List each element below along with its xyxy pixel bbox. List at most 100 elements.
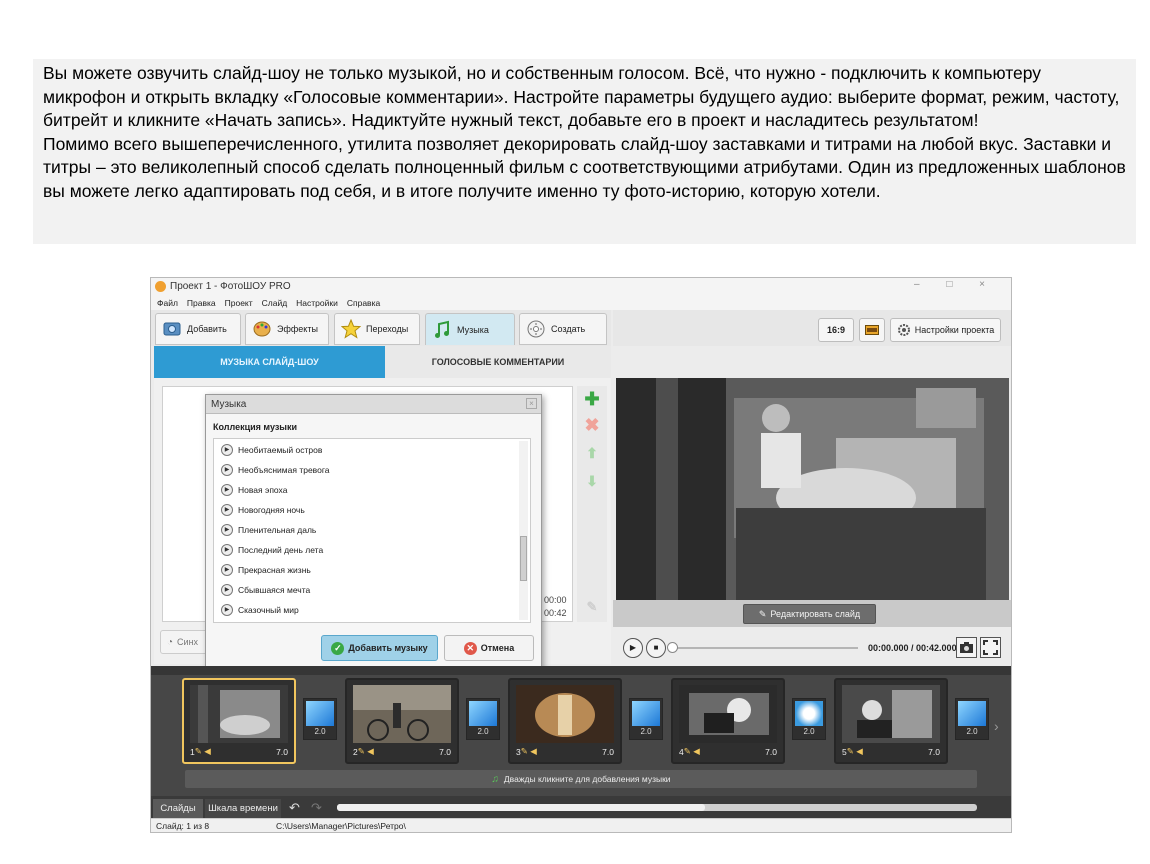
tab-transitions[interactable]: Переходы — [334, 313, 420, 345]
pencil-icon[interactable]: ✎ ◀ — [195, 746, 211, 757]
add-music-button[interactable]: ✓ Добавить музыку — [321, 635, 438, 661]
pencil-icon[interactable]: ✎ ◀ — [684, 746, 700, 757]
redo-icon[interactable]: ↷ — [311, 800, 322, 816]
camera-icon — [960, 642, 973, 653]
list-item[interactable]: ▶ Прекрасная жизнь — [221, 561, 311, 579]
seek-knob[interactable] — [667, 642, 678, 653]
pencil-icon[interactable]: ✎ ◀ — [521, 746, 537, 757]
pencil-icon[interactable]: ✎ ◀ — [358, 746, 374, 757]
tab-add[interactable]: Добавить — [155, 313, 241, 345]
pencil-icon: ✎ — [758, 608, 767, 619]
seek-bar[interactable] — [673, 647, 858, 649]
play-icon[interactable]: ▶ — [221, 564, 233, 576]
tab-music[interactable]: Музыка — [425, 313, 515, 345]
menu-help[interactable]: Справка — [347, 298, 380, 308]
play-icon[interactable]: ▶ — [221, 544, 233, 556]
list-item[interactable]: ▶ Необитаемый остров — [221, 441, 322, 459]
cancel-button[interactable]: ✕ Отмена — [444, 635, 534, 661]
menu-file[interactable]: Файл — [157, 298, 178, 308]
slide-thumbnail[interactable]: 4 ✎ ◀ 7.0 — [671, 678, 785, 764]
tab-create[interactable]: Создать — [519, 313, 607, 345]
slide-thumbnail[interactable]: 1 ✎ ◀ 7.0 — [182, 678, 296, 764]
music-side-buttons: ✚ ✖ ⬆ ⬇ ✎ — [577, 386, 607, 622]
close-icon[interactable]: × — [526, 398, 537, 409]
list-item[interactable]: ▶ Сбывшаяся мечта — [221, 581, 310, 599]
transition-thumbnail[interactable]: 2.0 — [792, 698, 826, 740]
music-note-icon — [435, 320, 449, 338]
transition-thumbnail[interactable]: 2.0 — [629, 698, 663, 740]
pencil-icon[interactable]: ✎ ◀ — [847, 746, 863, 757]
dialog-heading: Коллекция музыки — [213, 422, 298, 432]
scroll-right-icon[interactable]: › — [994, 718, 999, 734]
transition-duration: 2.0 — [477, 727, 489, 736]
slide-thumbnail[interactable]: 2 ✎ ◀ 7.0 — [345, 678, 459, 764]
star-icon — [341, 319, 361, 339]
slide-filmstrip: 1 ✎ ◀ 7.0 2.0 2 ✎ ◀ 7.0 2.0 3 ✎ ◀ 7.0 2.0 4 ✎ ◀… — [151, 666, 1011, 796]
tab-slideshow-music[interactable]: МУЗЫКА СЛАЙД-ШОУ — [154, 346, 385, 378]
play-icon[interactable]: ▶ — [221, 504, 233, 516]
play-icon[interactable]: ▶ — [221, 484, 233, 496]
tab-voice-comments[interactable]: ГОЛОСОВЫЕ КОММЕНТАРИИ — [385, 346, 611, 378]
list-item[interactable]: ▶ Новая эпоха — [221, 481, 287, 499]
transition-thumbnail[interactable]: 2.0 — [466, 698, 500, 740]
list-item[interactable]: ▶ Пленительная даль — [221, 521, 316, 539]
tab-timeline[interactable]: Шкала времени — [205, 799, 281, 818]
play-icon[interactable]: ▶ — [221, 524, 233, 536]
transition-thumbnail[interactable]: 2.0 — [303, 698, 337, 740]
play-icon[interactable]: ▶ — [221, 584, 233, 596]
aspect-ratio-button[interactable]: 16:9 — [818, 318, 854, 342]
music-drop-bar[interactable]: ♫ Дважды кликните для добавления музыки — [185, 770, 977, 788]
remove-track-icon[interactable]: ✖ — [583, 416, 601, 434]
slide-thumbnail[interactable]: 5 ✎ ◀ 7.0 — [834, 678, 948, 764]
list-item[interactable]: ▶ Последний день лета — [221, 541, 323, 559]
transition-icon — [469, 701, 497, 726]
tab-slides[interactable]: Слайды — [153, 799, 203, 818]
menu-slide[interactable]: Слайд — [262, 298, 288, 308]
play-button[interactable]: ▶ — [623, 638, 643, 658]
window-controls[interactable]: – □ × — [914, 279, 997, 290]
transition-icon — [958, 701, 986, 726]
play-icon[interactable]: ▶ — [221, 464, 233, 476]
edit-slide-button[interactable]: ✎ Редактировать слайд — [743, 604, 876, 624]
horizontal-scrollbar-thumb[interactable] — [337, 804, 705, 811]
checkmark-icon: ✓ — [331, 641, 345, 655]
menu-project[interactable]: Проект — [225, 298, 253, 308]
tab-effects[interactable]: Эффекты — [245, 313, 329, 345]
list-item[interactable]: ▶ Сказочный мир — [221, 601, 299, 619]
move-up-icon[interactable]: ⬆ — [583, 444, 601, 462]
preview-photo — [616, 378, 1009, 600]
stop-button[interactable]: ■ — [646, 638, 666, 658]
list-scrollbar-thumb[interactable] — [520, 536, 527, 581]
snapshot-button[interactable] — [956, 637, 977, 658]
slide-duration: 7.0 — [928, 746, 940, 757]
list-scrollbar[interactable] — [519, 441, 528, 620]
play-icon[interactable]: ▶ — [221, 604, 233, 616]
transition-icon — [795, 701, 823, 726]
slide-thumbnail[interactable]: 3 ✎ ◀ 7.0 — [508, 678, 622, 764]
paragraph-titles: Помимо всего вышеперечисленного, утилита… — [43, 133, 1126, 201]
music-collection-list[interactable]: ▶ Необитаемый остров ▶ Необъяснимая тревог… — [213, 438, 531, 623]
menu-settings[interactable]: Настройки — [296, 298, 338, 308]
undo-icon[interactable]: ↶ — [289, 800, 300, 816]
slide-duration: 7.0 — [602, 746, 614, 757]
slide-image — [353, 685, 451, 743]
menu-edit[interactable]: Правка — [187, 298, 216, 308]
move-down-icon[interactable]: ⬇ — [583, 472, 601, 490]
list-item[interactable]: ▶ Необъяснимая тревога — [221, 461, 329, 479]
slide-image — [190, 685, 288, 743]
add-track-icon[interactable]: ✚ — [583, 390, 601, 408]
play-icon[interactable]: ▶ — [221, 444, 233, 456]
edit-track-icon[interactable]: ✎ — [583, 598, 601, 616]
list-item[interactable]: ▶ Новогодняя ночь — [221, 501, 305, 519]
status-bar: Слайд: 1 из 8 C:\Users\Manager\Pictures\… — [151, 818, 1011, 832]
transition-thumbnail[interactable]: 2.0 — [955, 698, 989, 740]
fullscreen-button[interactable] — [980, 637, 1001, 658]
music-subtabs: МУЗЫКА СЛАЙД-ШОУ ГОЛОСОВЫЕ КОММЕНТАРИИ — [154, 346, 611, 378]
background-button[interactable] — [859, 318, 885, 342]
horizontal-scrollbar[interactable] — [337, 804, 977, 811]
transition-duration: 2.0 — [640, 727, 652, 736]
transition-icon — [632, 701, 660, 726]
slide-image — [679, 685, 777, 743]
project-settings-button[interactable]: Настройки проекта — [890, 318, 1001, 342]
sync-button[interactable]: ◔ Синх — [160, 630, 210, 654]
